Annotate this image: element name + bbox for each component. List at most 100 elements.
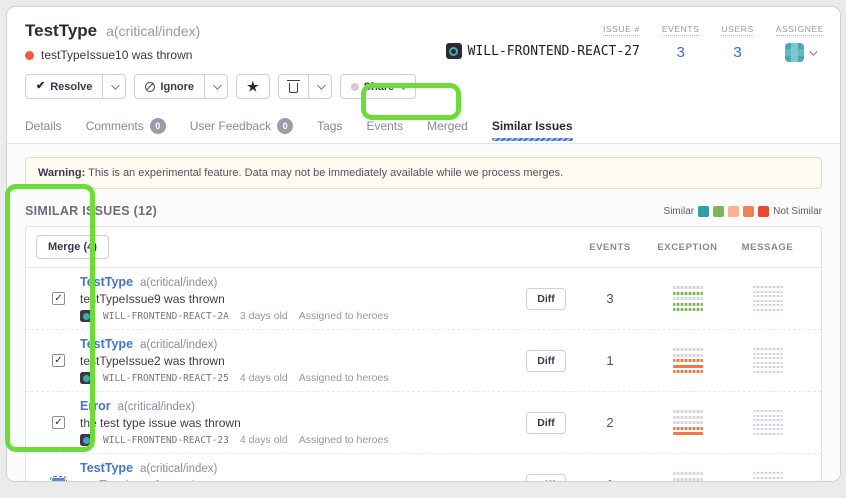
tab-details[interactable]: Details [25,112,62,143]
diff-button[interactable]: Diff [526,474,566,483]
issue-detail-card: TestType a(critical/index) testTypeIssue… [6,6,841,482]
users-count[interactable]: 3 [721,44,753,61]
similar-issues-panel-area: Warning: This is an experimental feature… [7,144,840,482]
diff-button[interactable]: Diff [526,412,566,434]
chevron-down-icon [809,47,817,55]
share-icon [351,83,359,91]
table-row: ✓ TestType a(critical/index) testTypeIss… [26,268,821,330]
exception-similarity-bars [645,284,730,314]
resolve-dropdown-button[interactable] [103,74,126,99]
ignore-button[interactable]: Ignore [134,74,205,99]
table-row: ✓ TestType a(critical/index) testTypeIss… [26,454,821,482]
issue-short-id: WILL-FRONTEND-REACT-2A [103,311,229,322]
chevron-down-icon [399,81,407,89]
action-toolbar: ✔ Resolve Ignore ★ Share [25,74,824,99]
row-checkbox[interactable]: ✓ [52,354,65,367]
similar-issues-heading: SIMILAR ISSUES (12) [25,204,157,218]
diff-button[interactable]: Diff [526,288,566,310]
page-title: TestType [25,21,97,41]
issue-message: testTypeIssue6 was thrown [80,478,517,482]
error-level-dot [25,51,34,60]
legend-swatch [758,206,769,217]
comments-count-badge: 0 [150,118,166,134]
stat-issue-number: ISSUE # WILL-FRONTEND-REACT-27 [446,19,640,59]
assignee-avatar [785,43,804,62]
chevron-down-icon [317,81,325,89]
issue-link[interactable]: TestType [80,337,133,351]
resolve-button[interactable]: ✔ Resolve [25,74,103,99]
issue-culprit: a(critical/index) [118,401,195,413]
bookmark-button[interactable]: ★ [236,74,270,99]
issue-short-id: WILL-FRONTEND-REACT-25 [103,373,229,384]
issue-message: testTypeIssue2 was thrown [80,354,517,368]
project-icon [80,310,92,322]
row-events-count: 2 [575,415,645,430]
table-header: Merge (4) EVENTS EXCEPTION MESSAGE [26,227,821,268]
stat-users: USERS 3 [721,19,753,61]
feedback-count-badge: 0 [277,118,293,134]
table-row: ✓ Error a(critical/index) the test type … [26,392,821,454]
column-header-events: EVENTS [575,242,645,253]
exception-similarity-bars [645,470,730,483]
legend-similar-label: Similar [664,206,695,217]
legend-swatch [713,206,724,217]
issue-assigned: Assigned to heroes [299,434,389,446]
issue-short-id: WILL-FRONTEND-REACT-27 [468,44,640,59]
events-count[interactable]: 3 [662,44,700,61]
row-checkbox[interactable]: ✓ [52,292,65,305]
trash-icon [289,83,298,93]
exception-similarity-bars [645,346,730,376]
issue-culprit: a(critical/index) [140,277,217,289]
tab-user-feedback[interactable]: User Feedback0 [190,112,293,143]
issue-stats: ISSUE # WILL-FRONTEND-REACT-27 EVENTS 3 … [446,19,824,62]
table-row: ✓ TestType a(critical/index) testTypeIss… [26,330,821,392]
ignore-dropdown-button[interactable] [205,74,228,99]
stat-events: EVENTS 3 [662,19,700,61]
issue-link[interactable]: TestType [80,461,133,475]
issue-link[interactable]: Error [80,399,111,413]
row-checkbox[interactable]: ✓ [52,416,65,429]
merge-button[interactable]: Merge (4) [36,235,109,259]
delete-dropdown-button[interactable] [309,74,332,99]
column-header-exception: EXCEPTION [645,242,730,253]
similar-issues-table: Merge (4) EVENTS EXCEPTION MESSAGE ✓ Tes… [25,226,822,482]
share-button[interactable]: Share [340,74,417,99]
message-similarity-bars [730,470,805,482]
tab-merged[interactable]: Merged [427,112,468,143]
check-icon: ✔ [36,81,45,92]
issue-message: the test type issue was thrown [80,416,517,430]
issue-age: 3 days old [240,310,288,322]
chevron-down-icon [213,81,221,89]
experimental-warning-banner: Warning: This is an experimental feature… [25,157,822,189]
legend-swatch [728,206,739,217]
assignee-dropdown[interactable] [776,43,824,62]
row-checkbox[interactable]: ✓ [52,478,65,482]
star-icon: ★ [247,80,259,93]
issue-culprit: a(critical/index) [140,339,217,351]
column-header-message: MESSAGE [730,242,805,253]
issue-message: testTypeIssue9 was thrown [80,292,517,306]
tab-tags[interactable]: Tags [317,112,342,143]
issue-tabbar: Details Comments0 User Feedback0 Tags Ev… [7,112,840,144]
users-label: USERS [721,24,753,36]
legend-swatch [743,206,754,217]
message-similarity-bars [730,346,805,376]
stat-assignee: ASSIGNEE [776,19,824,62]
issue-age: 4 days old [240,372,288,384]
issue-assigned: Assigned to heroes [299,372,389,384]
delete-button[interactable] [278,74,309,99]
assignee-label: ASSIGNEE [776,24,824,36]
row-events-count: 1 [575,477,645,482]
message-similarity-bars [730,408,805,438]
issue-culprit: a(critical/index) [106,23,200,39]
tab-similar-issues[interactable]: Similar Issues [492,112,573,143]
diff-button[interactable]: Diff [526,350,566,372]
message-similarity-bars [730,284,805,314]
tab-comments[interactable]: Comments0 [86,112,166,143]
issue-culprit: a(critical/index) [140,463,217,475]
issue-link[interactable]: TestType [80,275,133,289]
tab-events[interactable]: Events [366,112,403,143]
project-icon [446,43,462,59]
row-events-count: 1 [575,353,645,368]
project-icon [80,372,92,384]
